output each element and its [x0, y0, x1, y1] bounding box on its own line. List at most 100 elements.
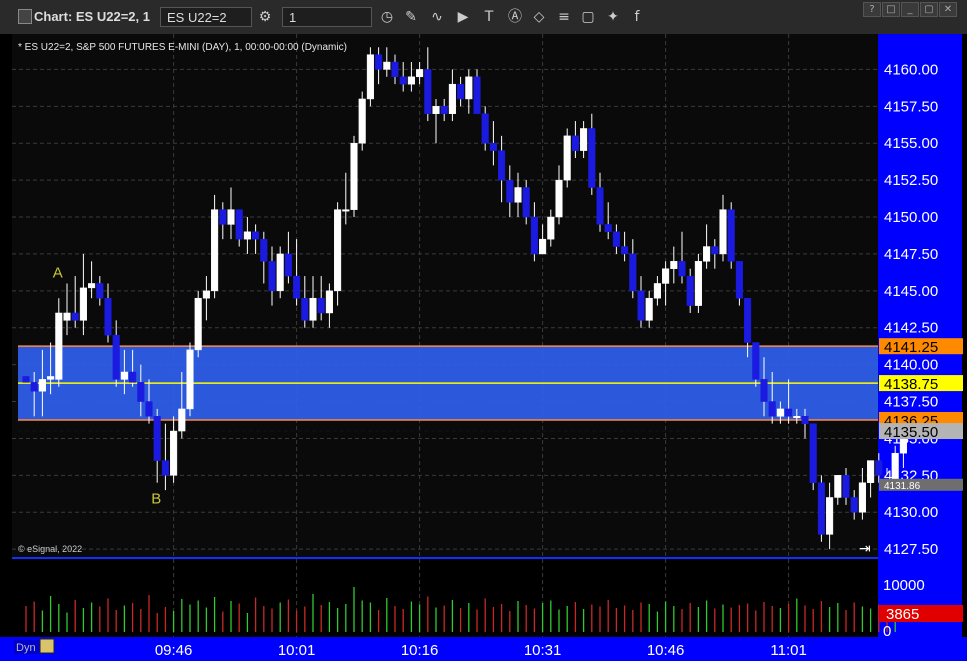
scroll-to-end-icon[interactable]: ⇥	[859, 540, 871, 556]
candle-body-21	[194, 297, 202, 351]
copyright-text: © eSignal, 2022	[18, 544, 82, 554]
candle-body-62	[530, 216, 538, 255]
candle-body-96	[809, 423, 817, 483]
candle-body-31	[276, 253, 284, 292]
candle-body-4	[55, 312, 63, 380]
candle-body-11	[112, 334, 120, 380]
candle-body-65	[555, 179, 563, 218]
time-tick-0: 09:46	[155, 642, 193, 659]
candle-body-26	[235, 209, 243, 240]
pencil-icon[interactable]: ✎	[402, 8, 420, 26]
candle-body-10	[104, 297, 112, 336]
candle-body-58	[498, 150, 506, 181]
candle-body-42	[366, 54, 374, 100]
candle-body-32	[284, 253, 292, 277]
candle-body-44	[383, 61, 391, 70]
candle-body-16	[153, 416, 161, 461]
dock-button[interactable]: □	[882, 2, 900, 17]
clock-icon[interactable]: ◷	[378, 8, 396, 26]
dyn-label: Dyn	[16, 642, 36, 654]
candle-body-95	[801, 416, 809, 424]
price-tag-label-4: 4131.86	[884, 481, 921, 492]
annotation-B: B	[151, 490, 161, 507]
candle-body-77	[653, 283, 661, 299]
candle-body-17	[161, 460, 169, 476]
candle-body-88	[744, 297, 752, 343]
candle-body-91	[768, 401, 776, 417]
candle-body-30	[268, 261, 276, 292]
candle-body-18	[170, 430, 178, 476]
price-tick-5: 4147.50	[884, 246, 938, 263]
candle-body-67	[571, 135, 579, 151]
price-tag-label-3: 4135.50	[884, 424, 938, 441]
candle-body-86	[727, 209, 735, 262]
chart-area[interactable]: 4160.00 4157.50 4155.00 4152.50 4150.00 4147.…	[0, 34, 967, 661]
volume-max-label: 10000	[883, 577, 925, 594]
time-tick-3: 10:31	[524, 642, 562, 659]
candle-body-79	[670, 261, 678, 269]
facebook-icon[interactable]: f	[628, 8, 646, 26]
maximize-button[interactable]: ▢	[920, 2, 938, 17]
play-icon[interactable]: ▶	[454, 8, 472, 26]
candle-body-78	[662, 268, 670, 284]
candle-body-8	[88, 283, 96, 289]
symbol-field-value: ES U22=2	[167, 10, 227, 25]
candle-body-71	[604, 224, 612, 233]
candle-body-9	[96, 283, 104, 299]
candle-body-101	[850, 497, 858, 513]
candle-body-102	[858, 482, 866, 513]
price-tick-3: 4152.50	[884, 172, 938, 189]
help-button[interactable]: ?	[863, 2, 881, 17]
list-icon[interactable]: ≡	[555, 8, 573, 26]
price-tick-0: 4160.00	[884, 61, 938, 78]
candle-body-89	[752, 342, 760, 380]
candle-body-56	[481, 113, 489, 144]
candle-body-55	[473, 76, 481, 114]
candle-body-33	[293, 275, 301, 299]
candle-body-46	[399, 76, 407, 85]
candle-body-52	[448, 83, 456, 114]
candle-body-28	[252, 231, 260, 240]
candle-body-73	[621, 246, 629, 255]
wave-icon[interactable]: ∿	[428, 8, 446, 26]
candle-body-22	[202, 290, 210, 299]
dock-button-label: □	[886, 4, 896, 15]
lock-icon[interactable]	[39, 638, 55, 654]
candle-body-38	[334, 209, 342, 292]
candle-body-41	[358, 98, 366, 144]
minimize-button-label: _	[907, 4, 913, 15]
price-tick-1: 4157.50	[884, 98, 938, 115]
tag-icon[interactable]: ◇	[530, 8, 548, 26]
candle-body-72	[612, 231, 620, 247]
candle-body-14	[137, 382, 145, 402]
candle-body-69	[588, 128, 596, 188]
text-icon[interactable]: T	[480, 8, 498, 26]
interval-field[interactable]: 1	[282, 7, 372, 27]
help-button-label: ?	[869, 4, 875, 15]
annotation-A: A	[53, 265, 63, 282]
settings-icon[interactable]: ⚙	[256, 8, 274, 26]
candle-body-84	[711, 246, 719, 255]
candle-body-80	[678, 261, 686, 277]
candle-body-90	[760, 379, 768, 402]
comment-icon[interactable]: ▢	[579, 8, 597, 26]
candle-body-0	[22, 376, 30, 383]
candle-body-60	[514, 187, 522, 203]
price-tick-9: 4137.50	[884, 394, 938, 411]
price-tick-4: 4150.00	[884, 209, 938, 226]
candle-body-68	[580, 128, 588, 151]
symbol-field[interactable]: ES U22=2	[160, 7, 252, 27]
close-button[interactable]: ✕	[939, 2, 957, 17]
twitter-icon[interactable]: ✦	[604, 8, 622, 26]
candle-body-54	[465, 76, 473, 100]
window-title: Chart: ES U22=2, 1	[34, 9, 150, 24]
time-tick-5: 11:01	[770, 642, 806, 659]
candle-body-70	[596, 187, 604, 225]
candle-body-6	[71, 312, 79, 321]
minimize-button[interactable]: _	[901, 2, 919, 17]
candle-body-59	[506, 179, 514, 203]
candle-body-64	[547, 216, 555, 240]
alert-icon[interactable]: Ⓐ	[506, 8, 524, 26]
candle-body-37	[325, 290, 333, 314]
candle-body-5	[63, 312, 71, 321]
